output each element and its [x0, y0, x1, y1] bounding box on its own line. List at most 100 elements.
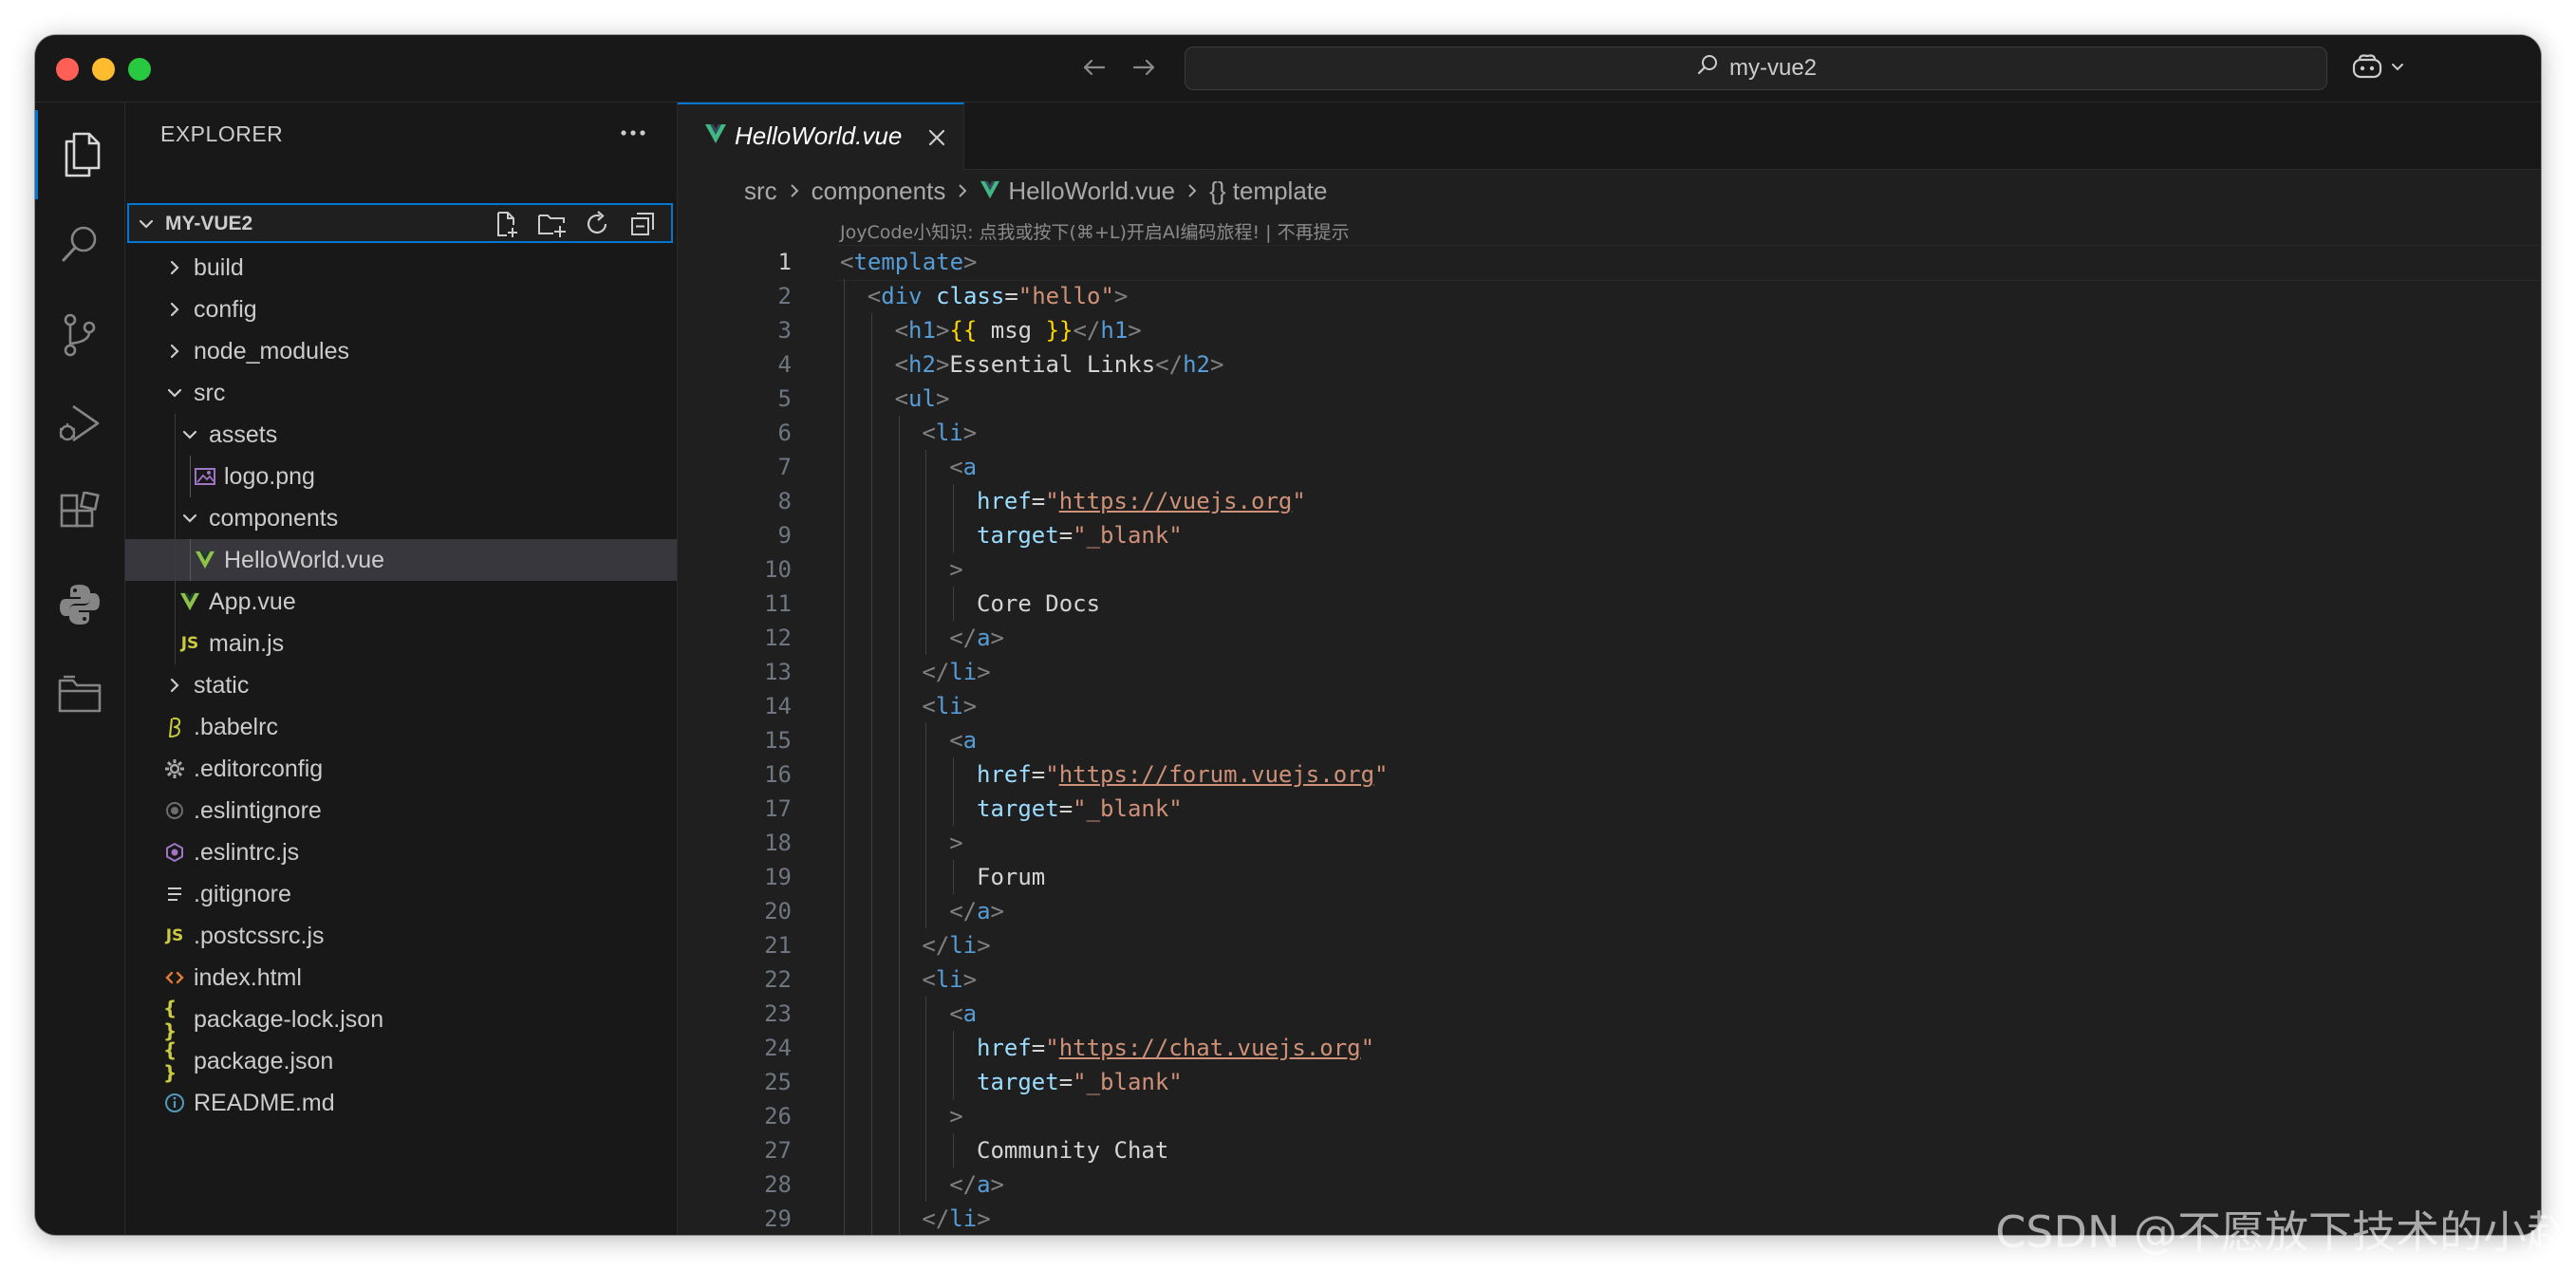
- tree-item-label: src: [194, 380, 226, 406]
- code-line[interactable]: 1 <template>: [678, 245, 2541, 279]
- tree-file[interactable]: { } package-lock.json: [125, 997, 677, 1042]
- code-line[interactable]: 4 <h2>Essential Links</h2>: [678, 347, 2541, 382]
- code-line[interactable]: 5 <ul>: [678, 382, 2541, 416]
- tree-file[interactable]: HelloWorld.vue: [125, 539, 677, 581]
- line-number: 25: [764, 1069, 792, 1095]
- code-text: target="_blank": [977, 795, 1183, 822]
- breadcrumb: src components HelloWorld.vue {} templat…: [678, 169, 2541, 213]
- line-number: 23: [764, 1000, 792, 1027]
- breadcrumb-file[interactable]: HelloWorld.vue: [1008, 177, 1175, 206]
- maximize-window-button[interactable]: [128, 58, 151, 81]
- line-number: 17: [764, 795, 792, 822]
- extensions-icon[interactable]: [35, 469, 124, 558]
- tab-helloworld-vue[interactable]: HelloWorld.vue: [678, 103, 964, 170]
- tree-file[interactable]: README.md: [125, 1082, 677, 1124]
- folder-icon[interactable]: [35, 649, 124, 738]
- tree-folder[interactable]: assets: [125, 414, 677, 456]
- workspace-root-header[interactable]: MY-VUE2: [127, 203, 673, 243]
- code-line[interactable]: 12 </a>: [678, 621, 2541, 655]
- arrow-left-icon[interactable]: [1075, 48, 1113, 86]
- more-actions-icon[interactable]: [614, 116, 652, 150]
- watermark: CSDN @不愿放下技术的小赵: [1995, 1206, 2570, 1258]
- code-editor[interactable]: 1 <template> 2 <div class="hello"> 3 <h1>{{ m…: [678, 245, 2541, 1235]
- code-line[interactable]: 17 target="_blank": [678, 792, 2541, 826]
- tree-file[interactable]: .editorconfig: [125, 748, 677, 790]
- code-line[interactable]: 25 target="_blank": [678, 1065, 2541, 1099]
- code-text: <ul>: [894, 385, 950, 412]
- tree-file[interactable]: JS main.js: [125, 623, 677, 664]
- copilot-menu[interactable]: [2351, 50, 2417, 86]
- tree-folder[interactable]: components: [125, 497, 677, 539]
- refresh-icon[interactable]: [580, 209, 614, 239]
- new-folder-icon[interactable]: [534, 209, 569, 239]
- line-number: 5: [777, 385, 792, 412]
- lines-file-icon: [163, 883, 186, 906]
- tree-folder[interactable]: static: [125, 664, 677, 706]
- code-line[interactable]: 20 </a>: [678, 894, 2541, 928]
- python-icon[interactable]: [35, 560, 124, 649]
- tree-file[interactable]: logo.png: [125, 456, 677, 497]
- search-icon[interactable]: [35, 199, 124, 289]
- tree-folder[interactable]: src: [125, 372, 677, 414]
- close-window-button[interactable]: [56, 58, 79, 81]
- indent-guide: [953, 587, 955, 621]
- code-line[interactable]: 7 <a: [678, 450, 2541, 484]
- arrow-right-icon[interactable]: [1125, 48, 1163, 86]
- code-line[interactable]: 22 <li>: [678, 962, 2541, 997]
- tree-item-label: components: [209, 505, 339, 532]
- collapse-all-icon[interactable]: [625, 209, 660, 239]
- breadcrumb-src[interactable]: src: [744, 177, 777, 206]
- line-number: 11: [764, 590, 792, 617]
- source-control-icon[interactable]: [35, 290, 124, 380]
- code-line[interactable]: 19 Forum: [678, 860, 2541, 894]
- line-number: 16: [764, 761, 792, 788]
- tree-folder[interactable]: config: [125, 289, 677, 330]
- code-text: Community Chat: [977, 1137, 1169, 1164]
- code-text: <a: [949, 454, 978, 480]
- code-line[interactable]: 16 href="https://forum.vuejs.org": [678, 757, 2541, 792]
- code-line[interactable]: 10 >: [678, 552, 2541, 587]
- new-file-icon[interactable]: [489, 209, 523, 239]
- tree-file[interactable]: .eslintrc.js: [125, 831, 677, 873]
- code-line[interactable]: 26 >: [678, 1099, 2541, 1133]
- tree-item-label: .eslintrc.js: [194, 839, 300, 866]
- code-line[interactable]: 15 <a: [678, 723, 2541, 757]
- tree-item-label: .postcssrc.js: [194, 923, 325, 949]
- code-line[interactable]: 13 </li>: [678, 655, 2541, 689]
- code-line[interactable]: 14 <li>: [678, 689, 2541, 723]
- code-line[interactable]: 3 <h1>{{ msg }}</h1>: [678, 313, 2541, 347]
- tree-file[interactable]: index.html: [125, 957, 677, 999]
- explorer-icon[interactable]: [35, 110, 124, 199]
- code-line[interactable]: 28 </a>: [678, 1167, 2541, 1202]
- search-icon: [1695, 53, 1720, 84]
- code-text: <li>: [922, 420, 978, 446]
- joycode-hint[interactable]: JoyCode小知识: 点我或按下(⌘+L)开启AI编码旅程! | 不再提示: [840, 218, 1350, 244]
- command-center-search[interactable]: my-vue2: [1185, 47, 2327, 90]
- code-line[interactable]: 24 href="https://chat.vuejs.org": [678, 1031, 2541, 1065]
- indent-guide: [844, 279, 845, 1235]
- tree-folder[interactable]: build: [125, 247, 677, 289]
- code-line[interactable]: 27 Community Chat: [678, 1133, 2541, 1167]
- code-line[interactable]: 18 >: [678, 826, 2541, 860]
- tree-file[interactable]: { } package.json: [125, 1038, 677, 1084]
- code-line[interactable]: 8 href="https://vuejs.org": [678, 484, 2541, 518]
- tree-folder[interactable]: node_modules: [125, 330, 677, 372]
- run-debug-icon[interactable]: [35, 380, 124, 469]
- minimize-window-button[interactable]: [92, 58, 115, 81]
- code-line[interactable]: 6 <li>: [678, 416, 2541, 450]
- code-line[interactable]: 2 <div class="hello">: [678, 279, 2541, 313]
- breadcrumb-components[interactable]: components: [812, 177, 946, 206]
- code-line[interactable]: 23 <a: [678, 997, 2541, 1031]
- tree-file[interactable]: .gitignore: [125, 873, 677, 915]
- close-icon[interactable]: [924, 125, 949, 150]
- chevron-down-icon: [178, 423, 201, 446]
- tree-file[interactable]: App.vue: [125, 581, 677, 623]
- code-text: Core Docs: [977, 590, 1101, 617]
- code-line[interactable]: 11 Core Docs: [678, 587, 2541, 621]
- tree-file[interactable]: .babelrc: [125, 706, 677, 748]
- tree-file[interactable]: .eslintignore: [125, 790, 677, 831]
- breadcrumb-symbol[interactable]: {} template: [1209, 177, 1327, 206]
- tree-file[interactable]: JS .postcssrc.js: [125, 915, 677, 957]
- code-line[interactable]: 9 target="_blank": [678, 518, 2541, 552]
- code-line[interactable]: 21 </li>: [678, 928, 2541, 962]
